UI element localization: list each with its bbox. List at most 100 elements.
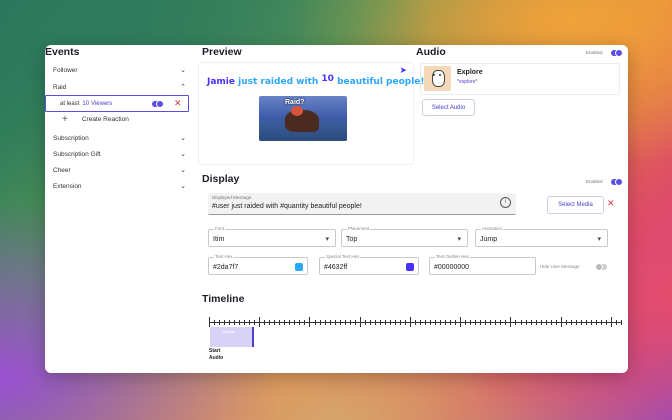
timeline-tick: [234, 320, 236, 325]
chevron-down-icon: ⌄: [180, 167, 186, 174]
timeline-tick: [545, 320, 547, 325]
condition-prefix: at least: [60, 100, 80, 107]
font-value: Itim: [213, 236, 225, 243]
timeline-tick: [254, 320, 256, 325]
event-item-extension[interactable]: Extension ⌄: [50, 178, 190, 194]
chevron-down-icon: ▾: [457, 236, 461, 243]
timeline-tick: [520, 320, 522, 325]
timeline-tick: [570, 320, 572, 325]
timeline-tick: [430, 320, 432, 325]
timeline-tick: [269, 320, 271, 325]
audio-track-card[interactable]: Explore *explore*: [420, 63, 620, 95]
remove-media-icon[interactable]: ✕: [607, 198, 615, 209]
chevron-down-icon: ⌄: [180, 183, 186, 190]
timeline-tick: [289, 320, 291, 325]
special-hex-value[interactable]: #4632ff: [324, 264, 347, 271]
outline-hex-value[interactable]: #00000000: [434, 264, 469, 271]
create-reaction-button[interactable]: + Create Reaction: [62, 114, 129, 125]
select-media-button[interactable]: Select Media: [547, 196, 604, 214]
event-label: Subscription: [53, 134, 89, 142]
timeline-tick: [319, 320, 321, 325]
close-icon[interactable]: ✕: [174, 98, 182, 109]
timeline-tick: [294, 320, 296, 325]
hide-user-message-label: Hide User Message: [540, 264, 580, 269]
event-item-subscription[interactable]: Subscription ⌄: [50, 130, 190, 146]
special-hex-label: Special Text Hex: [325, 254, 361, 259]
event-item-subscription-gift[interactable]: Subscription Gift ⌄: [50, 146, 190, 162]
event-label: Subscription Gift: [53, 150, 101, 158]
chevron-up-icon: ⌃: [180, 84, 186, 91]
timeline-tick: [304, 320, 306, 325]
select-audio-button[interactable]: Select Audio: [422, 99, 475, 116]
events-list: Follower ⌄ Raid ⌃: [50, 62, 190, 95]
timeline-tick: [364, 320, 366, 325]
timeline-tick: [344, 320, 346, 325]
outline-hex-field[interactable]: Text Outline Hex #00000000: [429, 254, 536, 275]
timeline-tick: [575, 320, 577, 325]
text-hex-field[interactable]: Text Hex #2da7f7: [208, 254, 308, 275]
timeline-tick: [209, 317, 210, 327]
display-heading: Display: [202, 173, 240, 185]
event-label: Cheer: [53, 166, 71, 174]
timeline-tick: [540, 320, 542, 325]
timeline-tick: [485, 320, 487, 325]
text-hex-label: Text Hex: [214, 254, 234, 259]
timeline-tick: [420, 320, 422, 325]
timeline-tick: [374, 320, 376, 325]
audio-enabled-toggle[interactable]: [611, 49, 623, 57]
special-hex-swatch[interactable]: [406, 263, 414, 271]
displayed-message-input[interactable]: #user just raided with #quantity beautif…: [212, 203, 362, 210]
display-clip[interactable]: Display: [210, 327, 254, 347]
placement-select[interactable]: Placement Top ▾: [341, 226, 468, 247]
app-window: Events Follower ⌄ Raid ⌃ at least 10 Vie…: [45, 45, 628, 373]
timeline-tick: [455, 320, 457, 325]
timeline-tick: [399, 320, 401, 325]
animation-select[interactable]: Animation Jump ▾: [475, 226, 608, 247]
timeline-tick: [239, 320, 241, 325]
timeline-tick: [384, 320, 386, 325]
displayed-message-label: Displayed Message: [212, 195, 252, 200]
preview-count: 10: [321, 74, 334, 84]
timeline-tick: [505, 320, 507, 325]
timeline-ruler[interactable]: [209, 317, 622, 327]
font-label: Font: [214, 226, 226, 231]
timeline-tick: [259, 317, 261, 327]
timeline-tick: [349, 320, 351, 325]
preview-message: Jamie just raided with 10 beautiful peop…: [207, 74, 425, 87]
text-hex-swatch[interactable]: [295, 263, 303, 271]
start-audio-label-2: Audio: [209, 355, 224, 361]
event-item-raid[interactable]: Raid ⌃: [50, 79, 190, 95]
chevron-down-icon: ⌄: [180, 67, 186, 74]
placement-label: Placement: [347, 226, 371, 231]
event-item-follower[interactable]: Follower ⌄: [50, 62, 190, 78]
raid-condition-row[interactable]: at least 10 Viewers ✕: [45, 95, 189, 112]
plus-icon: +: [62, 114, 68, 125]
font-select[interactable]: Font Itim ▾: [208, 226, 336, 247]
hide-user-message-toggle[interactable]: [595, 263, 607, 271]
preview-panel: ➤ Jamie just raided with 10 beautiful pe…: [198, 62, 425, 165]
displayed-message-field[interactable]: Displayed Message #user just raided with…: [208, 193, 516, 215]
info-icon[interactable]: i: [500, 197, 511, 208]
condition-count: 10: [82, 100, 90, 107]
audio-heading: Audio: [416, 46, 446, 58]
timeline-tick: [244, 320, 246, 325]
timeline-tick: [354, 320, 356, 325]
outline-hex-label: Text Outline Hex: [435, 254, 471, 259]
event-item-cheer[interactable]: Cheer ⌄: [50, 162, 190, 178]
timeline-tick: [465, 320, 467, 325]
timeline-tick: [460, 317, 462, 327]
timeline-tick: [324, 320, 326, 325]
timeline-tick: [284, 320, 286, 325]
raid-enabled-toggle[interactable]: [152, 100, 164, 108]
text-hex-value[interactable]: #2da7f7: [213, 264, 238, 271]
timeline-tick: [510, 317, 512, 327]
timeline-tick: [329, 320, 331, 325]
timeline-tick: [621, 320, 622, 325]
special-hex-field[interactable]: Special Text Hex #4632ff: [319, 254, 419, 275]
start-audio-marker[interactable]: Start Audio: [209, 348, 223, 362]
preview-username: Jamie: [207, 77, 235, 87]
event-label: Extension: [53, 182, 82, 190]
preview-image-caption: Raid?: [285, 99, 305, 106]
display-enabled-toggle[interactable]: [611, 178, 623, 186]
send-icon[interactable]: ➤: [399, 65, 407, 76]
